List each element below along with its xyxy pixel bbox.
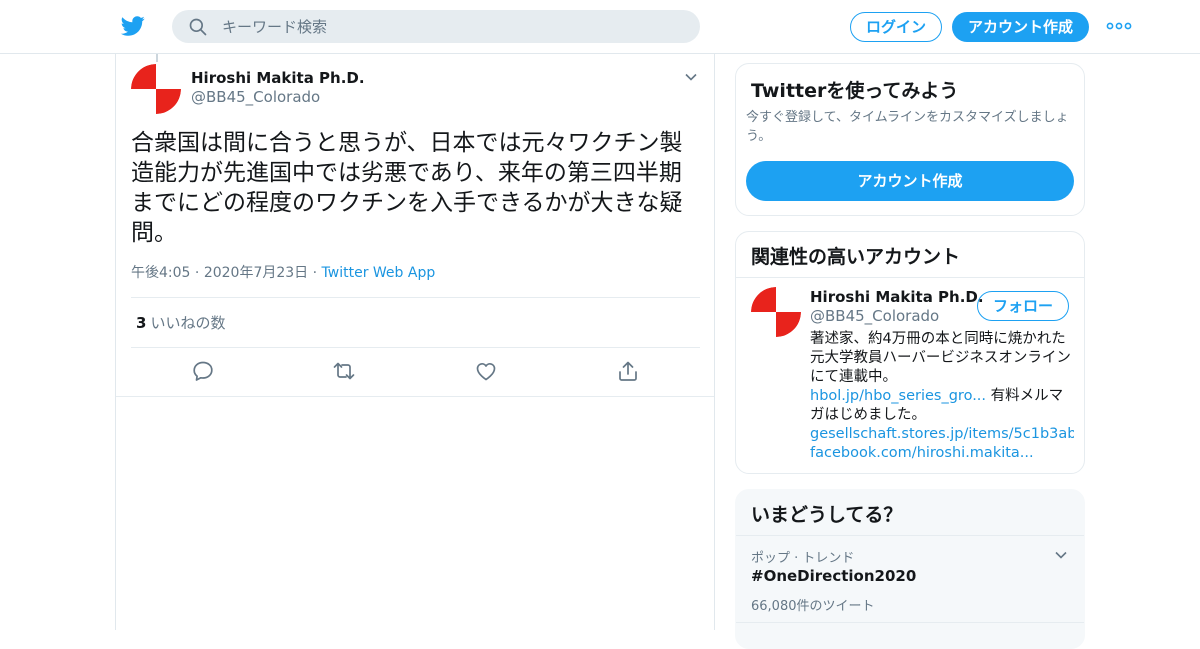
related-account-name[interactable]: Hiroshi Makita Ph.D. bbox=[810, 288, 984, 306]
related-accounts-title: 関連性の高いアカウント bbox=[751, 246, 961, 268]
divider bbox=[736, 535, 1084, 536]
tweet-date[interactable]: 2020年7月23日 bbox=[204, 265, 308, 281]
trend-hashtag[interactable]: #OneDirection2020 bbox=[751, 567, 916, 585]
related-account-handle[interactable]: @BB45_Colorado bbox=[810, 307, 939, 325]
separator-dot: · bbox=[194, 265, 204, 281]
signup-prompt-card: Twitterを使ってみよう 今すぐ登録して、タイムラインをカスタマイズしましょ… bbox=[735, 63, 1085, 216]
bio-link[interactable]: hbol.jp/hbo_series_gro... bbox=[810, 388, 986, 404]
author-handle[interactable]: @BB45_Colorado bbox=[191, 88, 320, 106]
avatar[interactable] bbox=[131, 64, 181, 114]
share-icon[interactable] bbox=[616, 359, 640, 383]
bio-link[interactable]: gesellschaft.stores.jp/items/5c1b3abe... bbox=[810, 425, 1074, 444]
tweet-metadata: 午後4:05 · 2020年7月23日 · Twitter Web App bbox=[131, 262, 435, 282]
divider bbox=[116, 396, 714, 397]
separator-dot: · bbox=[312, 265, 322, 281]
like-count: 3 bbox=[136, 314, 147, 332]
signup-button[interactable]: アカウント作成 bbox=[952, 12, 1089, 42]
reply-icon[interactable] bbox=[191, 359, 215, 383]
like-label: いいねの数 bbox=[150, 314, 226, 332]
follow-button[interactable]: フォロー bbox=[977, 291, 1069, 321]
trends-card: いまどうしてる？ ポップ · トレンド #OneDirection2020 66… bbox=[735, 489, 1085, 649]
search-box[interactable] bbox=[172, 10, 700, 43]
search-icon bbox=[189, 18, 207, 36]
related-account-bio: 著述家、約4万冊の本と同時に焼かれた元大学教員ハーバービジネスオンラインにて連載… bbox=[810, 330, 1074, 463]
tweet-source-link[interactable]: Twitter Web App bbox=[322, 265, 436, 281]
tweet-detail-column: Hiroshi Makita Ph.D. @BB45_Colorado 合衆国は… bbox=[115, 54, 715, 630]
bio-text: 著述家、約4万冊の本と同時に焼かれた元大学教員ハーバービジネスオンラインにて連載… bbox=[810, 331, 1071, 385]
twitter-bird-icon[interactable] bbox=[120, 14, 146, 38]
divider bbox=[131, 347, 700, 348]
thread-connector-line bbox=[156, 54, 158, 62]
search-input[interactable] bbox=[222, 10, 682, 43]
top-navigation-bar: ログイン アカウント作成 bbox=[0, 0, 1200, 54]
likes-stat[interactable]: 3 いいねの数 bbox=[136, 312, 225, 333]
chevron-down-icon[interactable] bbox=[684, 70, 698, 84]
signup-card-title: Twitterを使ってみよう bbox=[751, 80, 959, 102]
tweet-time[interactable]: 午後4:05 bbox=[131, 265, 190, 281]
heart-icon[interactable] bbox=[474, 359, 498, 383]
signup-card-description: 今すぐ登録して、タイムラインをカスタマイズしましょう。 bbox=[746, 110, 1069, 144]
divider bbox=[736, 622, 1084, 623]
trends-title: いまどうしてる？ bbox=[751, 504, 903, 526]
more-options-icon[interactable] bbox=[1106, 18, 1132, 34]
chevron-down-icon[interactable] bbox=[1054, 548, 1068, 562]
trend-category: ポップ · トレンド bbox=[751, 551, 855, 566]
login-button[interactable]: ログイン bbox=[850, 12, 942, 42]
tweet-text: 合衆国は間に合うと思うが、日本では元々ワクチン製造能力が先進国中では劣悪であり、… bbox=[131, 130, 683, 246]
tweet-actions bbox=[116, 359, 714, 383]
bio-link[interactable]: facebook.com/hiroshi.makita... bbox=[810, 444, 1074, 463]
related-accounts-card: 関連性の高いアカウント Hiroshi Makita Ph.D. @BB45_C… bbox=[735, 231, 1085, 474]
retweet-icon[interactable] bbox=[332, 359, 356, 383]
author-name[interactable]: Hiroshi Makita Ph.D. bbox=[191, 69, 365, 87]
divider bbox=[736, 277, 1084, 278]
avatar[interactable] bbox=[751, 287, 801, 337]
divider bbox=[131, 297, 700, 298]
trend-tweet-count: 66,080件のツイート bbox=[751, 599, 875, 614]
create-account-button[interactable]: アカウント作成 bbox=[746, 161, 1074, 201]
